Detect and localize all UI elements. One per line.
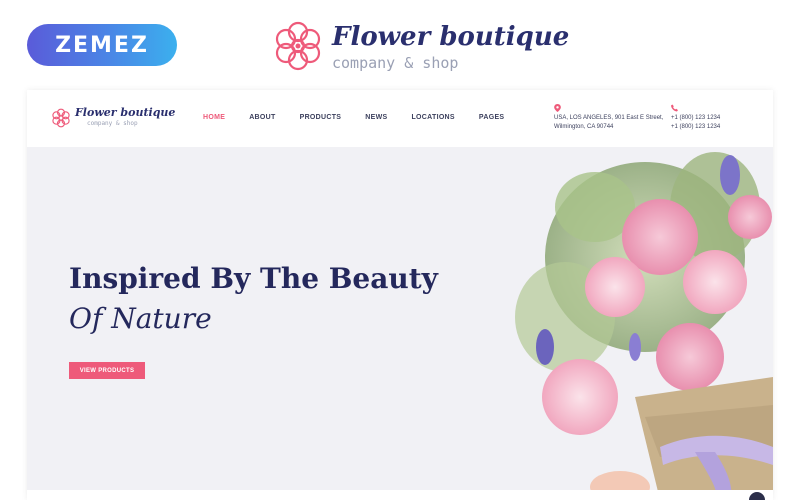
contact-address: USA, LOS ANGELES, 901 East E Street, Wil… xyxy=(554,104,664,132)
hero-title: Inspired By The Beauty xyxy=(69,262,438,295)
map-pin-icon xyxy=(554,104,664,114)
promo-logo: Flower boutique company & shop xyxy=(272,16,569,76)
scroll-to-top-button[interactable] xyxy=(749,492,765,500)
menu-item-locations[interactable]: LOCATIONS xyxy=(411,114,454,126)
phone-number-2[interactable]: +1 (800) 123 1234 xyxy=(671,124,720,130)
site-logo[interactable]: Flower boutique company & shop xyxy=(51,106,175,132)
site-logo-title: Flower boutique xyxy=(75,106,176,119)
promo-header: ZEMEZ Flower boutique company & shop xyxy=(0,0,800,88)
view-products-button[interactable]: VIEW PRODUCTS xyxy=(69,362,145,379)
website-preview: Flower boutique company & shop HOME ABOU… xyxy=(27,90,773,500)
promo-logo-title: Flower boutique xyxy=(332,22,570,52)
menu-item-home[interactable]: HOME xyxy=(203,114,225,126)
promo-logo-subtitle: company & shop xyxy=(332,54,459,72)
address-line-1: USA, LOS ANGELES, 901 East E Street, xyxy=(554,115,664,121)
menu-item-products[interactable]: PRODUCTS xyxy=(300,114,342,126)
zemez-badge[interactable]: ZEMEZ xyxy=(27,24,177,66)
menu-item-news[interactable]: NEWS xyxy=(365,114,387,126)
site-navbar: Flower boutique company & shop HOME ABOU… xyxy=(27,90,773,147)
bottom-bar xyxy=(27,490,773,500)
address-line-2: Wilmington, CA 90744 xyxy=(554,124,614,130)
menu-item-about[interactable]: ABOUT xyxy=(249,114,275,126)
contact-phone: +1 (800) 123 1234 +1 (800) 123 1234 xyxy=(671,104,741,132)
flower-icon xyxy=(275,21,321,71)
phone-icon xyxy=(671,104,741,114)
flower-icon xyxy=(52,108,70,128)
flower-bouquet-image xyxy=(515,152,773,500)
site-logo-subtitle: company & shop xyxy=(87,120,138,127)
zemez-badge-label: ZEMEZ xyxy=(55,32,149,58)
phone-number-1[interactable]: +1 (800) 123 1234 xyxy=(671,115,720,121)
hero-section: Inspired By The Beauty Of Nature VIEW PR… xyxy=(27,147,773,500)
menu-item-pages[interactable]: PAGES xyxy=(479,114,505,126)
main-menu: HOME ABOUT PRODUCTS NEWS LOCATIONS PAGES xyxy=(203,114,528,126)
hero-subtitle: Of Nature xyxy=(69,302,212,335)
